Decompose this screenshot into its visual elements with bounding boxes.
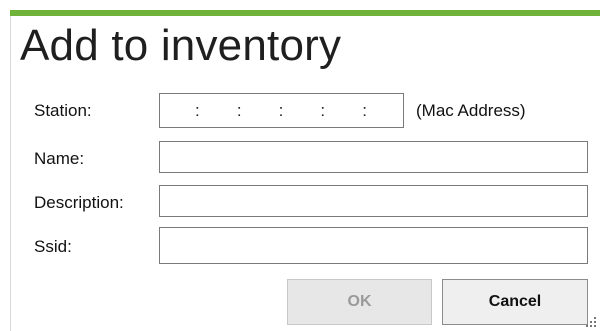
dialog-accent-bar xyxy=(10,10,600,16)
dialog-left-border xyxy=(10,16,11,331)
description-label: Description: xyxy=(34,193,124,212)
dialog-title: Add to inventory xyxy=(20,21,342,70)
cancel-button[interactable]: Cancel xyxy=(442,279,588,325)
description-field-box xyxy=(159,185,588,217)
station-mac-input[interactable]: : : : : : xyxy=(159,93,404,128)
mac-address-hint: (Mac Address) xyxy=(416,101,526,120)
name-input[interactable] xyxy=(160,142,587,172)
resize-grip-icon[interactable] xyxy=(582,315,600,331)
ssid-input[interactable] xyxy=(160,228,587,263)
station-label: Station: xyxy=(34,101,92,120)
mac-separator: : xyxy=(195,100,200,120)
mac-separator: : xyxy=(278,100,284,120)
ok-button[interactable]: OK xyxy=(287,279,432,325)
add-to-inventory-dialog: Add to inventory Station: : : : : : (Mac… xyxy=(0,0,600,331)
ssid-field-box xyxy=(159,227,588,264)
mac-separator: : xyxy=(362,100,367,120)
mac-separator: : xyxy=(236,100,242,120)
description-input[interactable] xyxy=(160,186,587,216)
name-field-box xyxy=(159,141,588,173)
ssid-label: Ssid: xyxy=(34,237,72,256)
mac-separator: : xyxy=(320,100,326,120)
name-label: Name: xyxy=(34,149,85,168)
